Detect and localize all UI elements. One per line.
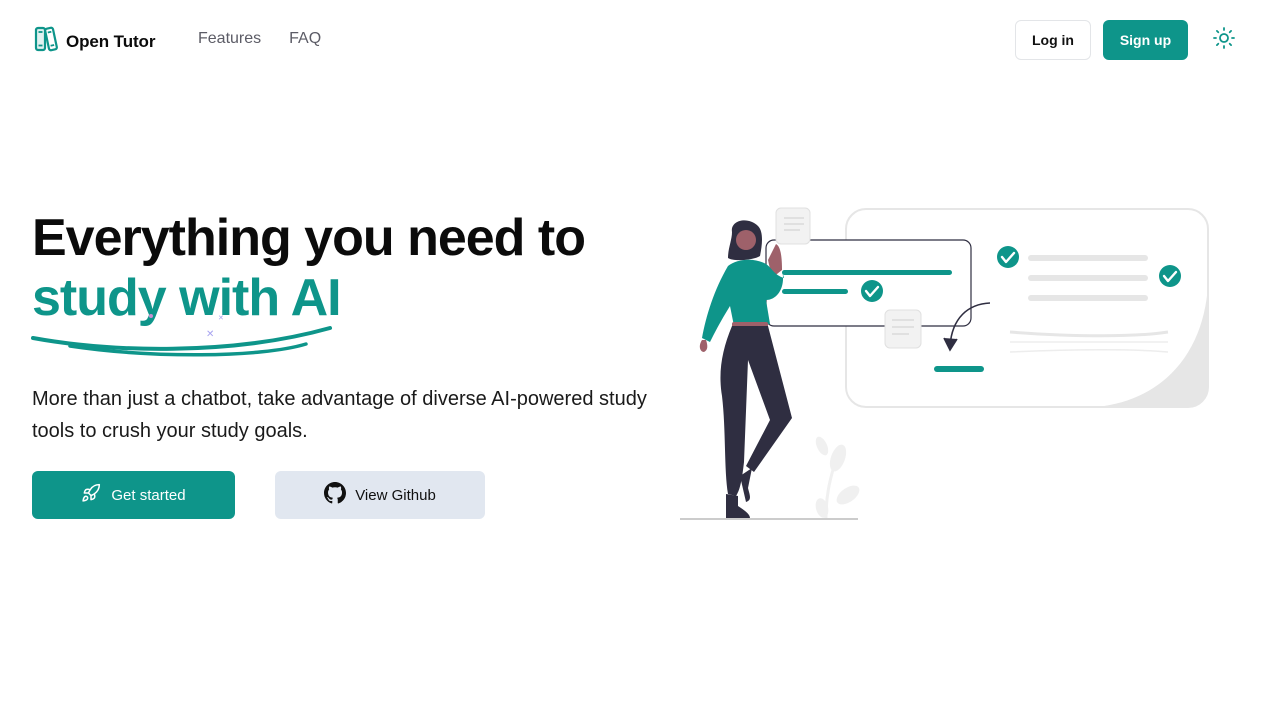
svg-text:✕: ✕ [218, 314, 224, 322]
github-icon [324, 482, 347, 508]
top-navbar: Open Tutor Features FAQ Log in Sign up [0, 0, 1280, 80]
hero-title-line1: Everything you need to [32, 209, 586, 267]
hero-subtitle: More than just a chatbot, take advantage… [32, 388, 647, 442]
books-icon [34, 26, 58, 57]
login-button[interactable]: Log in [1015, 20, 1091, 60]
view-github-button[interactable]: View Github [275, 471, 485, 519]
get-started-button[interactable]: Get started [32, 471, 235, 519]
brand-logo-link[interactable]: Open Tutor [34, 26, 155, 57]
hero-illustration [676, 200, 1216, 530]
brand-name: Open Tutor [66, 31, 156, 51]
get-started-label: Get started [111, 486, 186, 504]
rocket-icon [81, 483, 101, 507]
theme-toggle-button[interactable] [1210, 26, 1238, 54]
nav-link-faq[interactable]: FAQ [289, 30, 321, 48]
main-nav: Features FAQ [198, 30, 321, 48]
nav-link-features[interactable]: Features [198, 30, 261, 48]
hero-underline-decoration: ✕ ✕ [30, 310, 340, 367]
signup-button[interactable]: Sign up [1103, 20, 1188, 60]
sun-icon [1212, 26, 1236, 55]
svg-text:✕: ✕ [206, 329, 214, 340]
view-github-label: View Github [355, 486, 436, 504]
